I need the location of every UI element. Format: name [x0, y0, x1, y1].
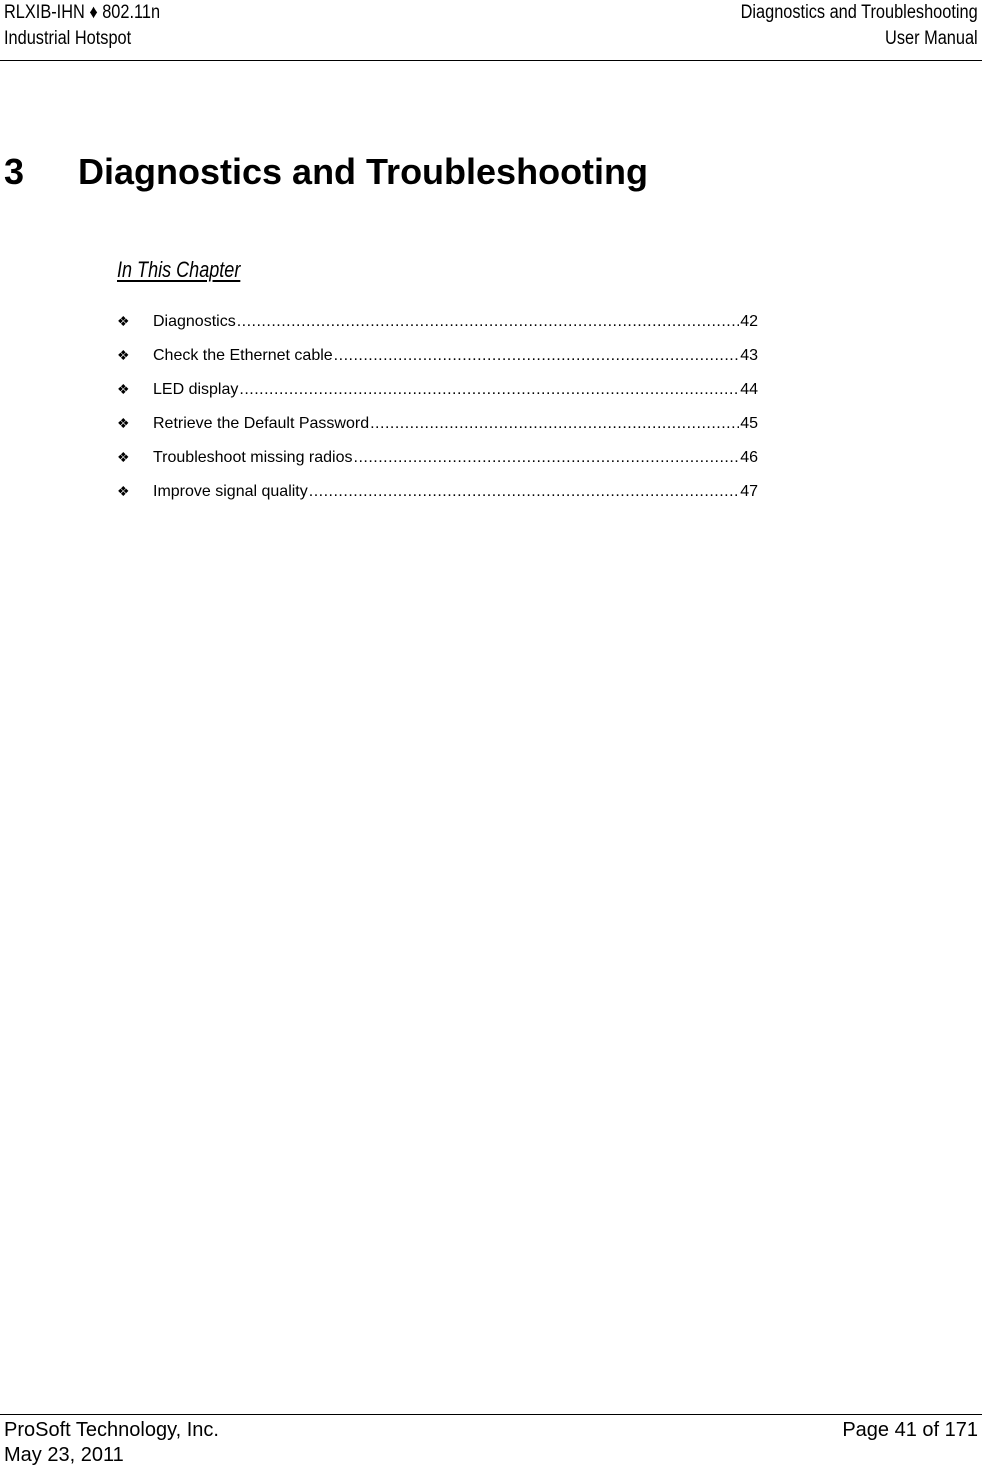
header-section-title: Diagnostics and Troubleshooting [740, 2, 978, 23]
toc-item-title[interactable]: Check the Ethernet cable [153, 345, 333, 367]
diamond-bullet-icon: ❖ [117, 415, 130, 431]
chapter-number: 3 [4, 151, 25, 192]
toc-item[interactable]: ❖ Troubleshoot missing radios 46 [117, 446, 758, 480]
toc-item[interactable]: ❖ Diagnostics 42 [117, 310, 758, 344]
header-section-info: Diagnostics and Troubleshooting User Man… [741, 0, 978, 52]
diamond-bullet-icon: ❖ [117, 483, 130, 499]
diamond-bullet-icon: ❖ [117, 381, 130, 397]
toc-item-page[interactable]: 47 [740, 481, 758, 503]
footer-company: ProSoft Technology, Inc. [4, 1419, 219, 1441]
page-header: RLXIB-IHN ♦ 802.11n Industrial Hotspot D… [0, 0, 982, 61]
in-this-chapter-heading: In This Chapter [117, 257, 241, 282]
toc-item-page[interactable]: 45 [740, 413, 758, 435]
toc-dot-leader [370, 413, 739, 435]
diamond-bullet-icon: ❖ [117, 313, 130, 329]
header-product-info: RLXIB-IHN ♦ 802.11n Industrial Hotspot [4, 0, 160, 52]
toc-item-title[interactable]: Retrieve the Default Password [153, 413, 369, 435]
toc-dot-leader [239, 379, 739, 401]
footer-date: May 23, 2011 [4, 1444, 124, 1466]
footer-page-number: Page 41 of 171 [842, 1419, 978, 1441]
chapter-title: Diagnostics and Troubleshooting [78, 151, 649, 192]
toc-item[interactable]: ❖ Improve signal quality 47 [117, 480, 758, 514]
toc-dot-leader [354, 447, 740, 469]
chapter-toc: ❖ Diagnostics 42 ❖ Check the Ethernet ca… [117, 310, 758, 514]
toc-dot-leader [309, 481, 739, 503]
toc-dot-leader [334, 345, 740, 367]
toc-item[interactable]: ❖ Retrieve the Default Password 45 [117, 412, 758, 446]
toc-item-title[interactable]: Improve signal quality [153, 481, 308, 503]
diamond-bullet-icon: ❖ [117, 449, 130, 465]
toc-item-page[interactable]: 43 [740, 345, 758, 367]
header-product-type: Industrial Hotspot [4, 28, 132, 49]
toc-item-title[interactable]: Diagnostics [153, 311, 236, 333]
header-product-name: RLXIB-IHN ♦ 802.11n [4, 2, 161, 23]
page-footer: ProSoft Technology, Inc. May 23, 2011 Pa… [0, 1414, 982, 1466]
toc-item-title[interactable]: LED display [153, 379, 238, 401]
toc-item-page[interactable]: 46 [740, 447, 758, 469]
chapter-heading: 3 Diagnostics and Troubleshooting [4, 150, 648, 194]
toc-item-page[interactable]: 44 [740, 379, 758, 401]
footer-publisher-info: ProSoft Technology, Inc. May 23, 2011 [4, 1418, 219, 1468]
header-document-type: User Manual [885, 28, 978, 49]
toc-item[interactable]: ❖ Check the Ethernet cable 43 [117, 344, 758, 378]
toc-item-title[interactable]: Troubleshoot missing radios [153, 447, 353, 469]
toc-dot-leader [237, 311, 740, 333]
toc-item-page[interactable]: 42 [740, 311, 758, 333]
toc-item[interactable]: ❖ LED display 44 [117, 378, 758, 412]
diamond-bullet-icon: ❖ [117, 347, 130, 363]
